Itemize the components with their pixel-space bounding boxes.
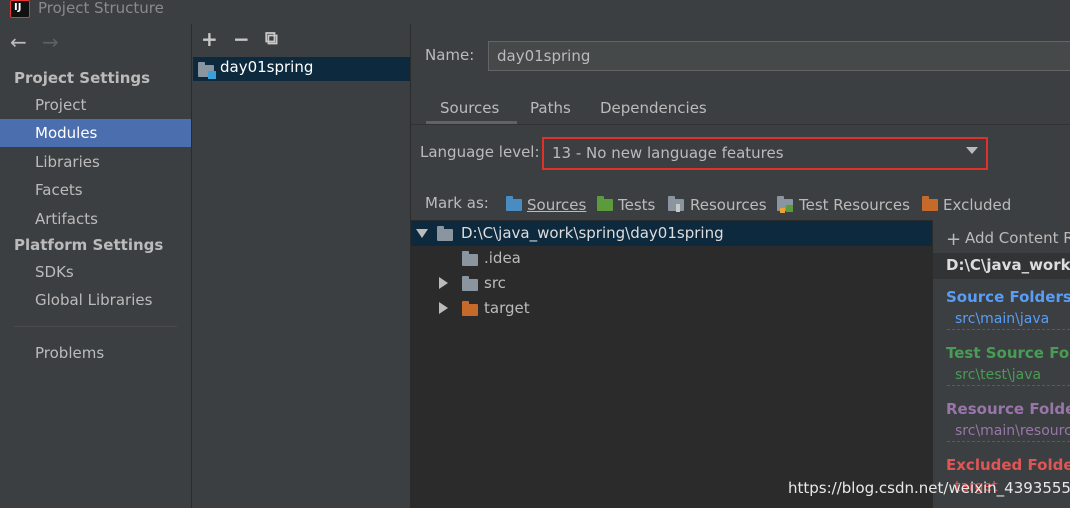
divider bbox=[947, 385, 1070, 386]
sidebar-item-problems[interactable]: Problems bbox=[0, 339, 191, 367]
language-level-label: Language level: bbox=[420, 143, 540, 161]
copy-module-icon[interactable]: ⧉ bbox=[265, 28, 278, 49]
modules-list-pane bbox=[192, 24, 411, 508]
name-label: Name: bbox=[425, 46, 475, 64]
watermark-text: https://blog.csdn.net/weixin_43935558 bbox=[788, 479, 1070, 497]
tab-sources[interactable]: Sources bbox=[440, 99, 499, 117]
tab-bar-border bbox=[411, 124, 1070, 125]
project-settings-header: Project Settings bbox=[14, 69, 151, 87]
language-level-value: 13 - No new language features bbox=[552, 144, 784, 162]
test-source-folders-title: Test Source Folders bbox=[946, 344, 1070, 362]
expand-arrow-icon[interactable] bbox=[416, 229, 428, 238]
remove-module-icon[interactable]: − bbox=[233, 27, 250, 51]
platform-settings-header: Platform Settings bbox=[14, 236, 164, 254]
mark-sources-label[interactable]: Sources bbox=[527, 196, 586, 214]
forward-arrow-icon[interactable]: → bbox=[42, 30, 59, 54]
back-arrow-icon[interactable]: ← bbox=[10, 30, 27, 54]
divider bbox=[947, 329, 1070, 330]
sidebar-item-artifacts[interactable]: Artifacts bbox=[0, 205, 191, 233]
add-module-icon[interactable]: + bbox=[201, 27, 218, 51]
tab-dependencies[interactable]: Dependencies bbox=[600, 99, 707, 117]
module-label: day01spring bbox=[220, 58, 314, 76]
sidebar-item-sdks[interactable]: SDKs bbox=[0, 258, 191, 286]
resource-folder-path[interactable]: src\main\resources bbox=[955, 423, 1070, 439]
tree-item-idea[interactable]: .idea bbox=[484, 249, 521, 267]
source-folders-title: Source Folders bbox=[946, 288, 1070, 306]
test-source-folder-path[interactable]: src\test\java bbox=[955, 367, 1041, 383]
sidebar-item-modules[interactable]: Modules bbox=[0, 119, 191, 147]
mark-excluded-label[interactable]: Excluded bbox=[943, 196, 1011, 214]
window-title: Project Structure bbox=[38, 0, 164, 17]
chevron-down-icon bbox=[966, 147, 978, 154]
mark-resources-label[interactable]: Resources bbox=[690, 196, 767, 214]
sidebar-item-libraries[interactable]: Libraries bbox=[0, 148, 191, 176]
tests-folder-icon bbox=[597, 196, 613, 211]
title-bar: IJ Project Structure bbox=[0, 0, 1070, 24]
module-name-input[interactable]: day01spring bbox=[488, 41, 1070, 71]
sidebar-item-facets[interactable]: Facets bbox=[0, 176, 191, 204]
expand-arrow-icon[interactable] bbox=[439, 277, 448, 289]
resource-folders-title: Resource Folders bbox=[946, 400, 1070, 418]
mark-test-resources-label[interactable]: Test Resources bbox=[799, 196, 910, 214]
sidebar-item-project[interactable]: Project bbox=[0, 91, 191, 119]
sources-folder-icon bbox=[506, 196, 522, 211]
mark-as-label: Mark as: bbox=[425, 194, 489, 212]
expand-arrow-icon[interactable] bbox=[439, 302, 448, 314]
plus-icon[interactable]: + bbox=[946, 229, 961, 250]
add-content-root-button[interactable]: Add Content Root bbox=[965, 229, 1070, 247]
tree-item-src[interactable]: src bbox=[484, 274, 506, 292]
sidebar-item-global-libraries[interactable]: Global Libraries bbox=[0, 286, 191, 314]
tree-item-target[interactable]: target bbox=[484, 299, 530, 317]
content-root-path: D:\C\java_work\spring\day01spring bbox=[946, 256, 1070, 274]
divider bbox=[947, 441, 1070, 442]
tree-root-label: D:\C\java_work\spring\day01spring bbox=[461, 224, 724, 242]
tab-paths[interactable]: Paths bbox=[530, 99, 571, 117]
mark-tests-label[interactable]: Tests bbox=[618, 196, 655, 214]
sidebar-divider bbox=[14, 326, 177, 327]
excluded-folder-icon bbox=[922, 196, 938, 211]
excluded-folders-title: Excluded Folders bbox=[946, 456, 1070, 474]
intellij-app-icon: IJ bbox=[10, 0, 30, 18]
source-folder-path[interactable]: src\main\java bbox=[955, 311, 1049, 327]
